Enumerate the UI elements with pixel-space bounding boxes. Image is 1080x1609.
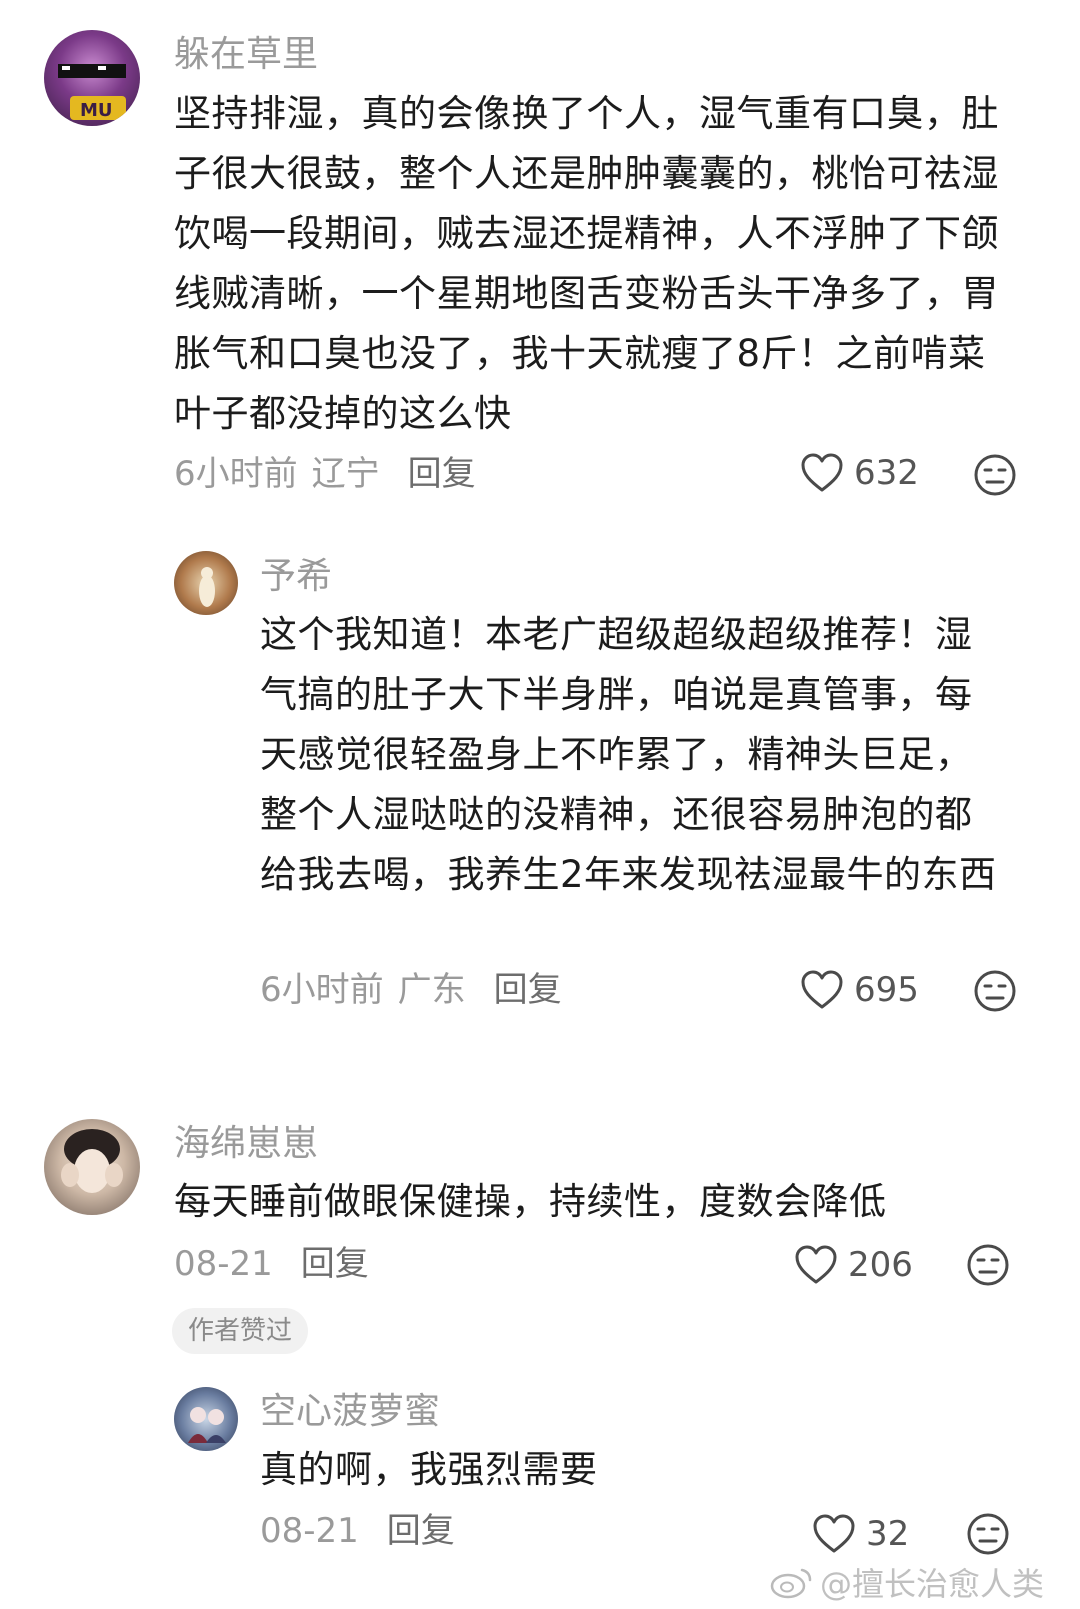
like-button[interactable]: 695 — [800, 970, 919, 1010]
comment-text: 这个我知道！本老广超级超级超级推荐！湿气搞的肚子大下半身胖，咱说是真管事，每天感… — [260, 613, 997, 896]
dislike-button[interactable] — [966, 1512, 1010, 1560]
like-count: 695 — [854, 970, 919, 1010]
reply-button[interactable]: 回复 — [387, 1511, 455, 1551]
avatar[interactable] — [174, 1387, 238, 1451]
like-count: 32 — [866, 1514, 910, 1554]
heart-outline-icon — [813, 1514, 855, 1553]
dislike-button[interactable] — [966, 1243, 1010, 1291]
watermark: @擅长治愈人类 — [770, 1559, 1044, 1605]
comment-location: 辽宁 — [311, 454, 380, 494]
comment-meta: 6小时前 广东 回复 — [260, 973, 562, 1007]
comment-time: 08-21 — [174, 1244, 273, 1284]
heart-outline-icon — [801, 453, 843, 492]
like-count: 206 — [848, 1245, 913, 1285]
comment-meta: 08-21 回复 — [260, 1514, 455, 1548]
comment-username[interactable]: 空心菠萝蜜 — [260, 1394, 440, 1430]
meh-face-icon — [967, 1244, 1009, 1286]
like-button[interactable]: 32 — [812, 1514, 909, 1554]
avatar-image — [188, 1407, 226, 1443]
reply-button[interactable]: 回复 — [494, 970, 562, 1010]
avatar-image — [61, 1129, 123, 1193]
comment-time: 6小时前 — [174, 454, 298, 494]
comment-meta: 08-21 回复 — [174, 1247, 369, 1281]
heart-outline-icon — [801, 970, 843, 1009]
dislike-button[interactable] — [973, 453, 1017, 501]
like-button[interactable]: 632 — [800, 453, 919, 493]
like-count: 632 — [854, 453, 919, 493]
heart-outline-icon — [795, 1245, 837, 1284]
avatar-image — [199, 567, 215, 607]
avatar[interactable]: MU — [44, 30, 140, 126]
meh-face-icon — [974, 970, 1016, 1012]
comment-meta: 6小时前 辽宁 回复 — [174, 457, 476, 491]
comment-username[interactable]: 躲在草里 — [174, 37, 318, 73]
comment-text: 坚持排湿，真的会像换了个人，湿气重有口臭，肚子很大很鼓，整个人还是肿肿囊囊的，桃… — [174, 92, 999, 435]
meh-face-icon — [974, 454, 1016, 496]
like-button[interactable]: 206 — [794, 1245, 913, 1285]
meh-face-icon — [967, 1513, 1009, 1555]
comment-text: 每天睡前做眼保健操，持续性，度数会降低 — [174, 1180, 887, 1223]
dislike-button[interactable] — [973, 969, 1017, 1017]
reply-button[interactable]: 回复 — [301, 1244, 369, 1284]
avatar[interactable] — [44, 1119, 140, 1215]
avatar[interactable] — [174, 551, 238, 615]
avatar-tag: MU — [80, 100, 113, 121]
comment-username[interactable]: 海绵崽崽 — [174, 1126, 318, 1162]
author-liked-badge: 作者赞过 — [172, 1308, 309, 1354]
weibo-logo-icon — [770, 1568, 812, 1599]
watermark-text: @擅长治愈人类 — [819, 1565, 1044, 1603]
comment-time: 6小时前 — [260, 970, 384, 1010]
comment-location: 广东 — [397, 970, 466, 1010]
comment-text: 真的啊，我强烈需要 — [260, 1448, 598, 1491]
comment-username[interactable]: 予希 — [260, 559, 332, 595]
comment-time: 08-21 — [260, 1511, 359, 1551]
reply-button[interactable]: 回复 — [408, 454, 476, 494]
